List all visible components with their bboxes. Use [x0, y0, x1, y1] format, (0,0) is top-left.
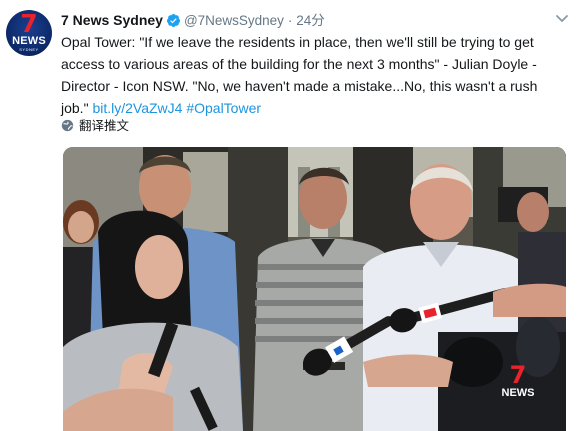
tweet-text-line: access to various areas of the building …: [61, 56, 537, 72]
display-name[interactable]: 7 News Sydney: [61, 12, 163, 28]
video-player[interactable]: 7 NEWS: [63, 147, 566, 431]
avatar-logo-number: 7: [20, 10, 38, 38]
globe-icon: [61, 119, 74, 132]
timestamp[interactable]: 24分: [296, 13, 325, 28]
tweet-header: 7 News Sydney @7NewsSydney · 24分: [61, 10, 325, 30]
translate-label: 翻译推文: [79, 119, 130, 133]
verified-badge-icon: [166, 14, 180, 27]
avatar-logo-text: NEWS: [12, 35, 46, 47]
tweet-text-end: job.": [61, 100, 89, 116]
tweet-text: Opal Tower: "If we leave the residents i…: [61, 31, 566, 119]
handle[interactable]: @7NewsSydney: [184, 13, 284, 28]
translate-tweet[interactable]: 翻译推文: [61, 117, 129, 135]
chevron-down-icon[interactable]: [555, 14, 569, 24]
watermark-number: 7: [509, 361, 527, 389]
avatar[interactable]: 7 NEWS SYDNEY: [6, 10, 52, 56]
hashtag-link[interactable]: #OpalTower: [186, 100, 261, 116]
video-frame: [63, 147, 566, 431]
tweet-text-line-last: job." bit.ly/2VaZwJ4 #OpalTower: [61, 97, 566, 119]
header-separator: ·: [287, 13, 293, 28]
tweet-text-line: Opal Tower: "If we leave the residents i…: [61, 34, 534, 50]
watermark-text: NEWS: [501, 387, 535, 399]
avatar-logo-sub: SYDNEY: [19, 47, 39, 52]
channel-watermark: 7 NEWS: [496, 363, 540, 399]
tweet-link[interactable]: bit.ly/2VaZwJ4: [92, 100, 182, 116]
tweet-text-line: Director - Icon NSW. "No, we haven't mad…: [61, 78, 538, 94]
